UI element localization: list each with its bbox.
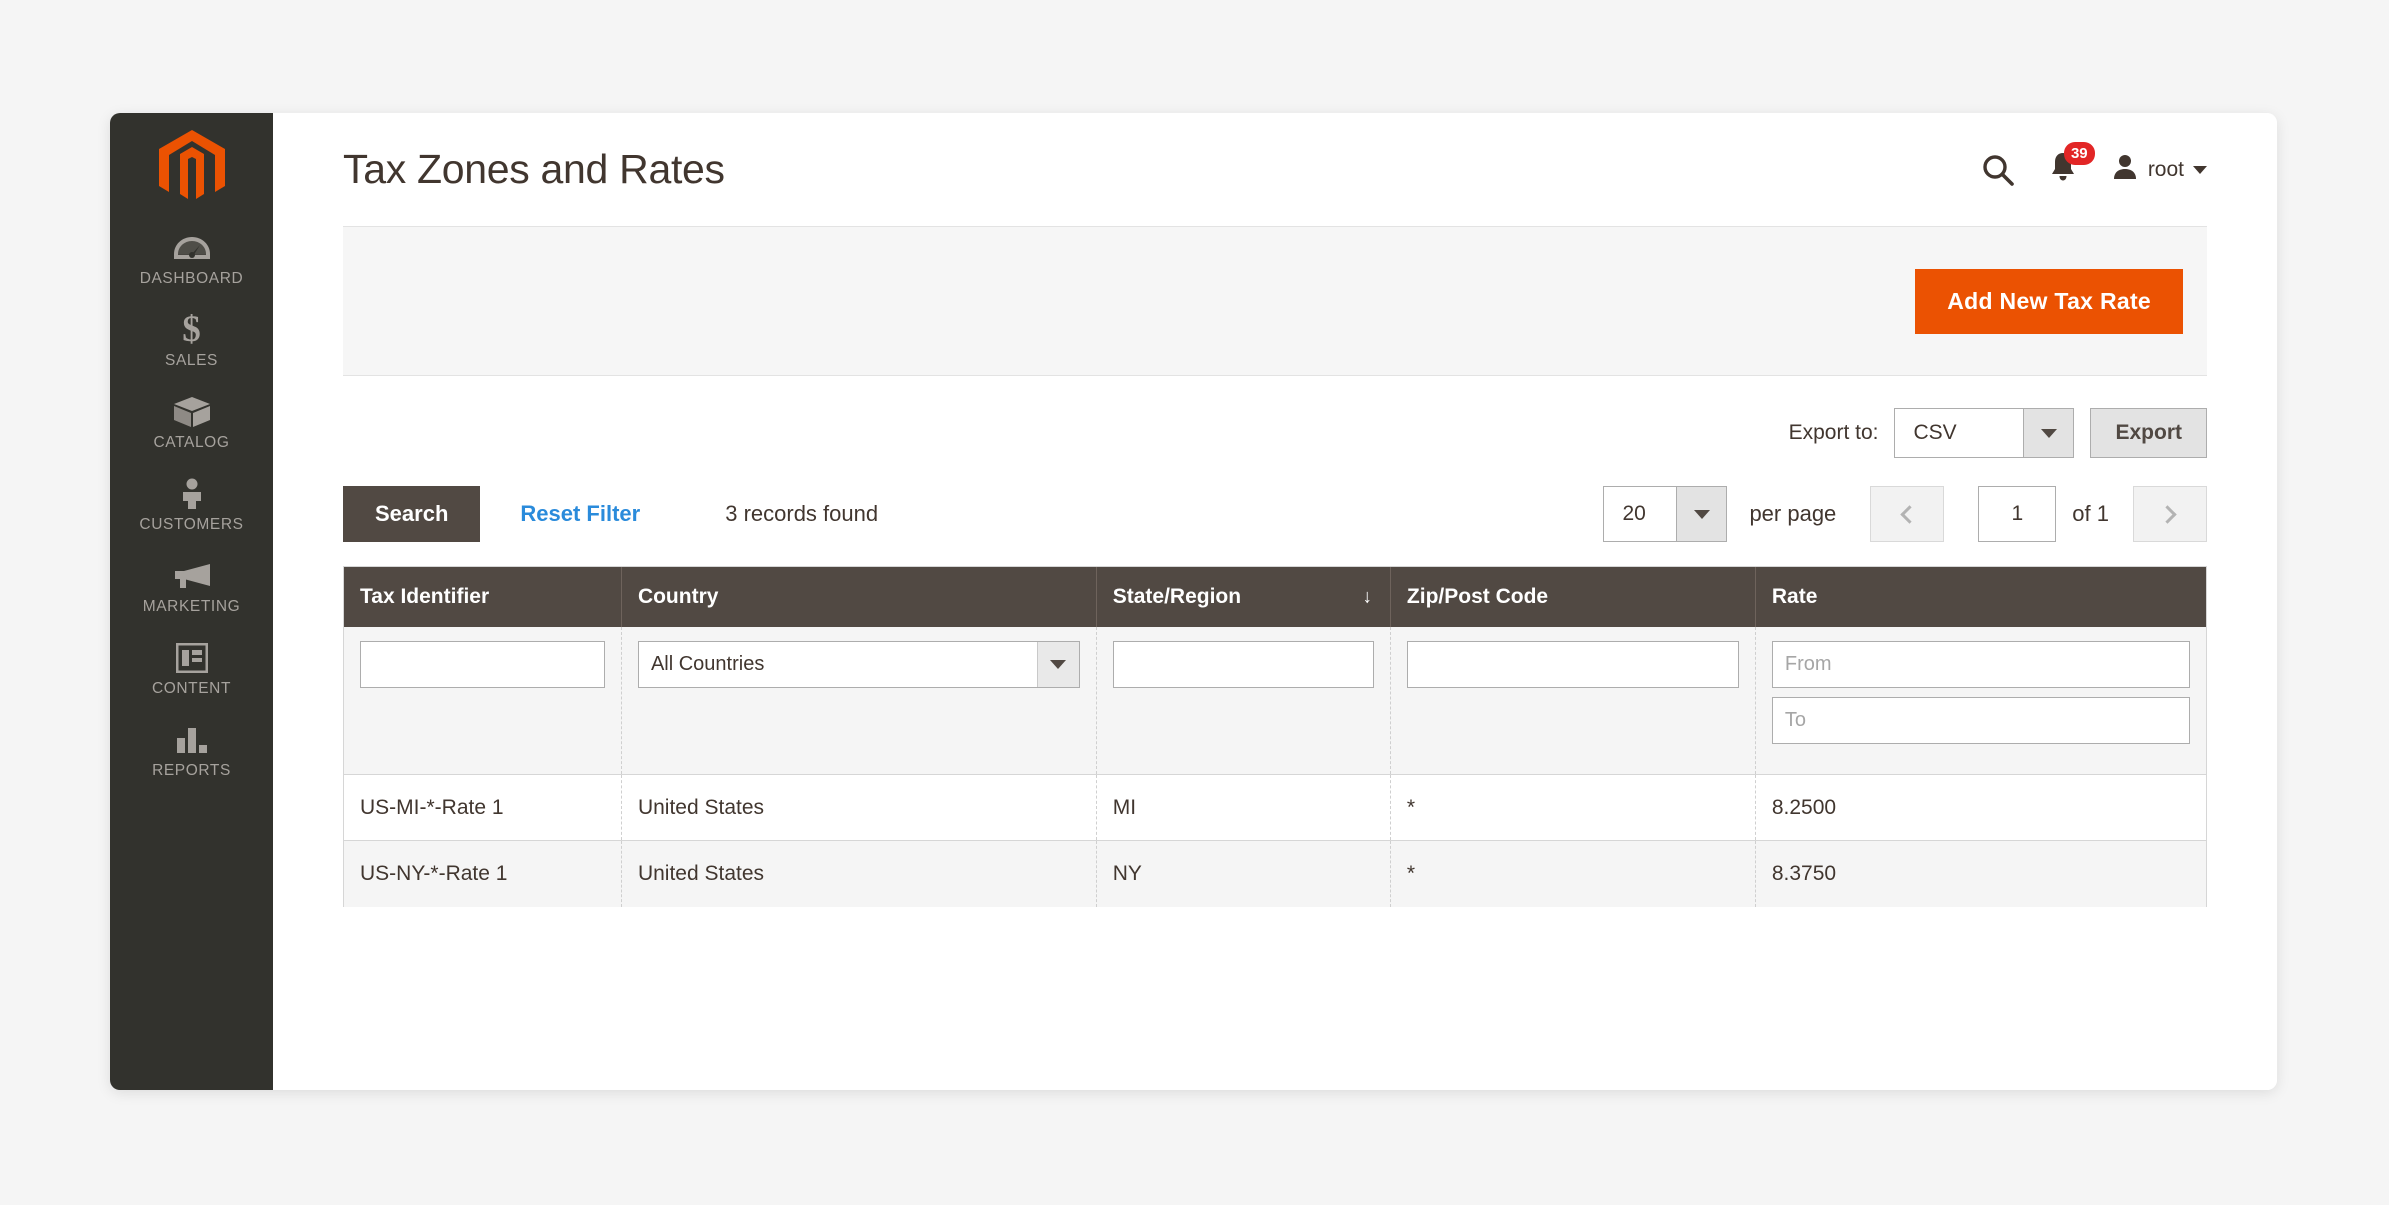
filter-cell-rate <box>1755 627 2206 775</box>
box-icon <box>114 395 269 429</box>
filter-state-region-input[interactable] <box>1112 641 1374 688</box>
admin-sidebar: DASHBOARD $ SALES CATALOG CUSTOMERS MARK… <box>110 113 273 1090</box>
sidebar-item-marketing[interactable]: MARKETING <box>110 546 273 628</box>
grid-header-row: Tax Identifier Country State/Region ↓ Zi… <box>344 567 2206 627</box>
chevron-down-icon <box>1676 487 1727 541</box>
page-actions-panel: Add New Tax Rate <box>343 226 2207 376</box>
gauge-icon <box>114 231 269 265</box>
cell-rate: 8.3750 <box>1755 840 2206 907</box>
sort-descending-icon: ↓ <box>1362 586 1372 608</box>
export-to-label: Export to: <box>1788 421 1879 444</box>
cell-tax-identifier: US-NY-*-Rate 1 <box>344 840 622 907</box>
cell-country: United States <box>621 840 1097 907</box>
sidebar-item-label: SALES <box>165 352 218 369</box>
sidebar-item-label: CATALOG <box>153 434 230 451</box>
dollar-icon: $ <box>182 309 201 350</box>
column-label: Tax Identifier <box>360 585 490 608</box>
page-number-input[interactable] <box>1978 486 2057 542</box>
per-page-value: 20 <box>1622 502 1646 525</box>
user-icon <box>2111 153 2139 186</box>
column-header-country[interactable]: Country <box>621 567 1097 627</box>
user-menu[interactable]: root <box>2111 153 2207 186</box>
export-format-value: CSV <box>1913 421 1957 444</box>
filter-country-value: All Countries <box>650 653 765 675</box>
column-header-zip-post-code[interactable]: Zip/Post Code <box>1390 567 1756 627</box>
chevron-left-icon <box>1900 504 1919 524</box>
filter-rate-to-input[interactable] <box>1771 697 2190 744</box>
table-row[interactable]: US-NY-*-Rate 1 United States NY * 8.3750 <box>344 840 2206 907</box>
filter-cell-tax-identifier <box>344 627 622 775</box>
per-page-label: per page <box>1749 501 1837 526</box>
sidebar-item-dashboard[interactable]: DASHBOARD <box>110 218 273 300</box>
reset-filter-link[interactable]: Reset Filter <box>520 501 640 527</box>
admin-window: DASHBOARD $ SALES CATALOG CUSTOMERS MARK… <box>110 113 2277 1090</box>
grid-pagination: 20 per page of 1 <box>1603 486 2207 542</box>
sidebar-item-sales[interactable]: $ SALES <box>110 300 273 382</box>
sidebar-item-reports[interactable]: REPORTS <box>110 710 273 792</box>
chevron-right-icon <box>2158 504 2177 524</box>
chevron-down-icon <box>2023 409 2074 457</box>
search-icon[interactable] <box>1981 153 2015 187</box>
per-page-select[interactable]: 20 <box>1603 486 1728 542</box>
column-header-tax-identifier[interactable]: Tax Identifier <box>344 567 622 627</box>
page-title: Tax Zones and Rates <box>343 146 725 192</box>
export-controls: Export to: CSV Export <box>343 376 2207 458</box>
sidebar-item-label: CONTENT <box>151 680 232 697</box>
notifications-bell[interactable]: 39 <box>2049 142 2095 188</box>
column-header-state-region[interactable]: State/Region ↓ <box>1096 567 1391 627</box>
sidebar-item-content[interactable]: CONTENT <box>110 628 273 710</box>
filter-zip-post-code-input[interactable] <box>1406 641 1739 688</box>
chevron-down-icon <box>1036 642 1079 687</box>
column-label: Country <box>637 585 719 608</box>
cell-state-region: MI <box>1096 774 1391 841</box>
filter-cell-state-region <box>1096 627 1391 775</box>
column-label: Rate <box>1771 585 1818 608</box>
table-row[interactable]: US-MI-*-Rate 1 United States MI * 8.2500 <box>344 774 2206 841</box>
column-label: Zip/Post Code <box>1406 585 1549 608</box>
bar-chart-icon <box>114 723 269 757</box>
main-content: Tax Zones and Rates 39 root Add New Tax … <box>273 113 2277 1090</box>
sidebar-item-customers[interactable]: CUSTOMERS <box>110 464 273 546</box>
export-format-select[interactable]: CSV <box>1894 408 2075 458</box>
sidebar-item-catalog[interactable]: CATALOG <box>110 382 273 464</box>
previous-page-button[interactable] <box>1870 486 1945 542</box>
sidebar-item-label: REPORTS <box>152 762 231 779</box>
search-button[interactable]: Search <box>343 486 481 542</box>
megaphone-icon <box>114 559 269 593</box>
next-page-button[interactable] <box>2133 486 2207 542</box>
person-icon <box>114 477 269 511</box>
header-actions: 39 root <box>1981 142 2207 188</box>
filter-country-select[interactable]: All Countries <box>637 641 1080 688</box>
cell-zip-post-code: * <box>1390 840 1756 907</box>
total-pages-label: of 1 <box>2072 501 2109 526</box>
add-new-tax-rate-button[interactable]: Add New Tax Rate <box>1915 268 2183 334</box>
cell-country: United States <box>621 774 1097 841</box>
grid-toolbar: Search Reset Filter 3 records found 20 p… <box>343 458 2207 542</box>
filter-rate-from-input[interactable] <box>1771 641 2190 688</box>
column-header-rate[interactable]: Rate <box>1755 567 2206 627</box>
sidebar-item-label: DASHBOARD <box>139 270 244 287</box>
layout-icon <box>114 641 269 675</box>
export-button[interactable]: Export <box>2090 408 2207 458</box>
filter-tax-identifier-input[interactable] <box>360 641 605 688</box>
chevron-down-icon <box>2193 165 2207 174</box>
tax-rates-grid: Tax Identifier Country State/Region ↓ Zi… <box>343 566 2207 907</box>
records-found-label: 3 records found <box>725 501 879 526</box>
user-name: root <box>2147 157 2184 181</box>
cell-tax-identifier: US-MI-*-Rate 1 <box>344 774 622 841</box>
magento-logo[interactable] <box>110 113 273 218</box>
cell-state-region: NY <box>1096 840 1391 907</box>
cell-zip-post-code: * <box>1390 774 1756 841</box>
page-header: Tax Zones and Rates 39 root <box>273 113 2277 226</box>
notification-count-badge: 39 <box>2063 142 2095 165</box>
cell-rate: 8.2500 <box>1755 774 2206 841</box>
filter-cell-country: All Countries <box>621 627 1097 775</box>
column-label: State/Region <box>1112 585 1242 608</box>
grid-toolbar-left: Search Reset Filter 3 records found <box>343 486 878 542</box>
grid-filter-row: All Countries <box>344 627 2206 775</box>
filter-cell-zip-post-code <box>1390 627 1756 775</box>
sidebar-item-label: CUSTOMERS <box>139 516 244 533</box>
sidebar-item-label: MARKETING <box>142 598 241 615</box>
